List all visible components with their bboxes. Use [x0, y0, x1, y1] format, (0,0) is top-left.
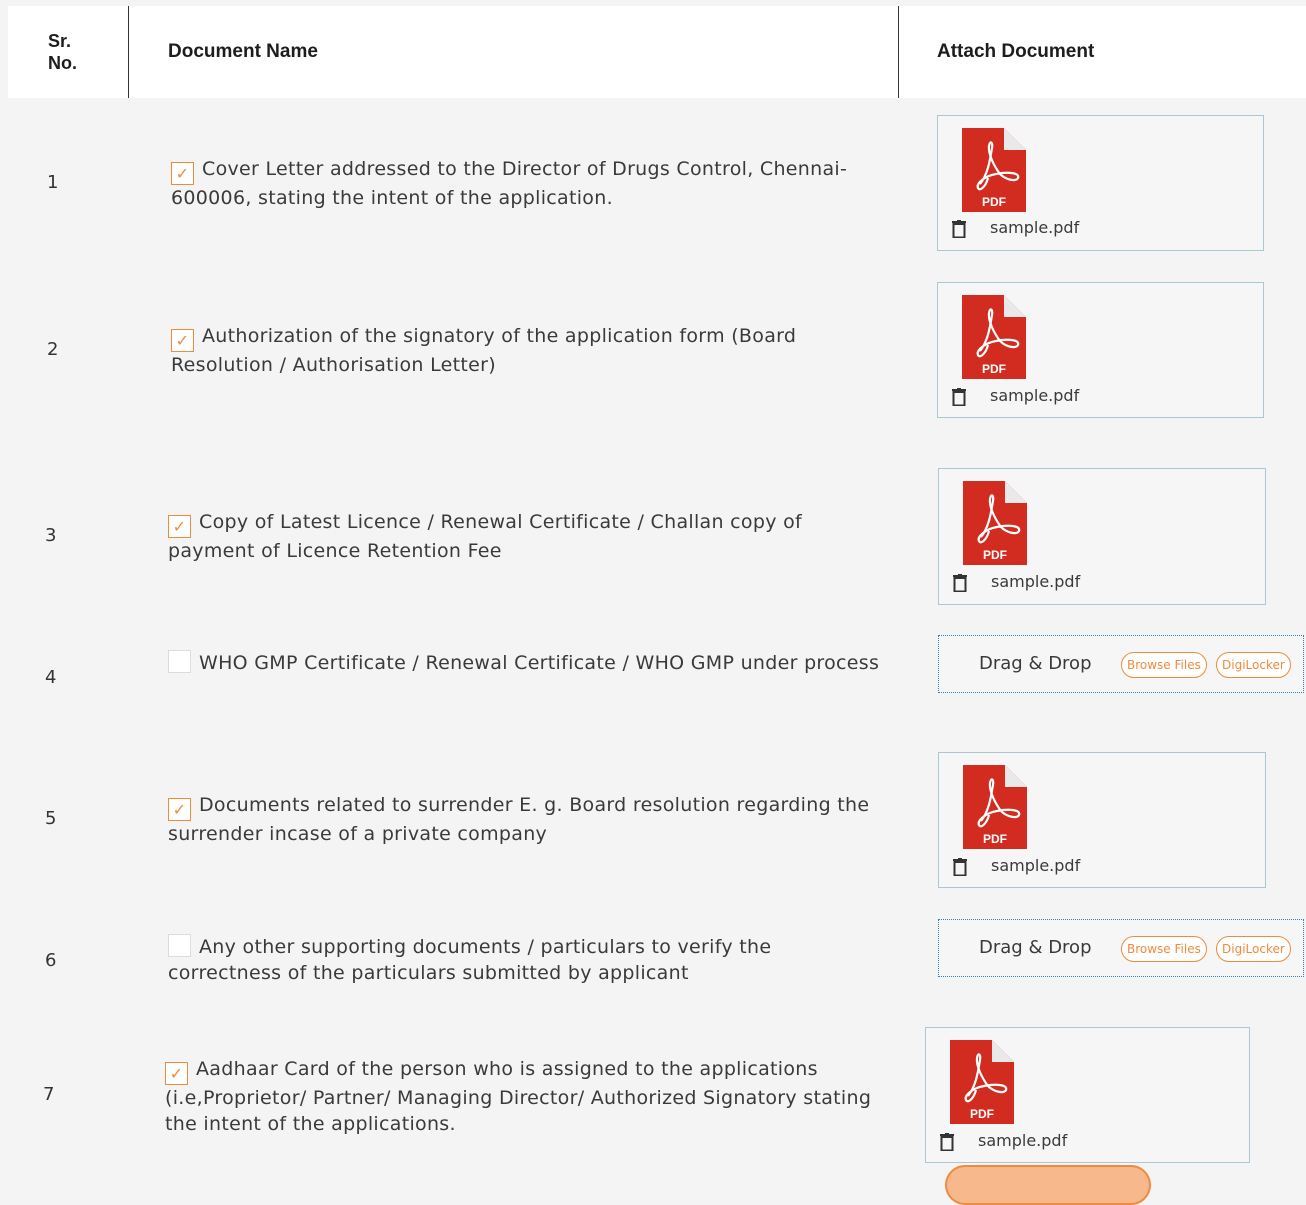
pdf-file-icon: PDF — [963, 765, 1027, 849]
trash-icon[interactable] — [953, 858, 967, 877]
document-label: WHO GMP Certificate / Renewal Certificat… — [199, 652, 880, 674]
file-name: sample.pdf — [990, 218, 1080, 237]
file-name: sample.pdf — [990, 386, 1080, 405]
row-sr-no: 7 — [43, 1084, 55, 1105]
submit-button[interactable] — [945, 1165, 1151, 1205]
header-attach-document: Attach Document — [937, 41, 1095, 62]
document-checkbox[interactable]: ✓ — [165, 1062, 188, 1085]
attached-file: PDF sample.pdf — [938, 468, 1266, 605]
row-sr-no: 6 — [45, 950, 57, 971]
trash-icon[interactable] — [952, 388, 966, 407]
document-name: Any other supporting documents / particu… — [168, 934, 888, 986]
header-document-name: Document Name — [168, 41, 318, 62]
attached-file: PDF sample.pdf — [937, 115, 1264, 251]
document-label: Authorization of the signatory of the ap… — [171, 325, 797, 376]
file-name: sample.pdf — [978, 1131, 1068, 1150]
document-name: ✓ Cover Letter addressed to the Director … — [171, 156, 891, 211]
svg-text:PDF: PDF — [982, 195, 1006, 209]
document-name: ✓ Copy of Latest Licence / Renewal Certif… — [168, 509, 888, 564]
pdf-file-icon: PDF — [962, 128, 1026, 212]
row-sr-no: 3 — [45, 525, 57, 546]
svg-text:PDF: PDF — [970, 1107, 994, 1121]
file-dropzone[interactable]: Drag & Drop Browse Files DigiLocker — [938, 635, 1304, 693]
row-sr-no: 4 — [45, 667, 57, 688]
document-label: Any other supporting documents / particu… — [168, 936, 772, 984]
drag-drop-label: Drag & Drop — [979, 653, 1092, 674]
header-sr-no: Sr. No. — [48, 31, 77, 73]
document-checkbox[interactable] — [168, 650, 191, 673]
document-checkbox[interactable]: ✓ — [168, 798, 191, 821]
document-name: WHO GMP Certificate / Renewal Certificat… — [168, 650, 888, 676]
delete-file-button[interactable] — [953, 858, 967, 877]
digilocker-button[interactable]: DigiLocker — [1216, 652, 1291, 678]
browse-files-button[interactable]: Browse Files — [1121, 936, 1207, 962]
header-divider — [898, 6, 899, 98]
pdf-file-icon: PDF — [962, 295, 1026, 379]
svg-text:PDF: PDF — [982, 362, 1006, 376]
attached-file: PDF sample.pdf — [938, 752, 1266, 888]
document-checkbox[interactable]: ✓ — [171, 329, 194, 352]
browse-files-button[interactable]: Browse Files — [1121, 652, 1207, 678]
file-name: sample.pdf — [991, 856, 1081, 875]
file-name: sample.pdf — [991, 572, 1081, 591]
svg-text:PDF: PDF — [983, 548, 1007, 562]
document-label: Documents related to surrender E. g. Boa… — [168, 794, 870, 845]
document-label: Cover Letter addressed to the Director o… — [171, 158, 848, 209]
pdf-file-icon: PDF — [963, 481, 1027, 565]
document-name: ✓ Documents related to surrender E. g. Bo… — [168, 792, 888, 847]
attached-file: PDF sample.pdf — [937, 282, 1264, 418]
document-checkbox[interactable] — [168, 934, 191, 957]
document-name: ✓ Aadhaar Card of the person who is assig… — [165, 1056, 885, 1137]
document-checkbox[interactable]: ✓ — [168, 515, 191, 538]
document-name: ✓ Authorization of the signatory of the a… — [171, 323, 891, 378]
delete-file-button[interactable] — [940, 1133, 954, 1152]
trash-icon[interactable] — [940, 1133, 954, 1152]
trash-icon[interactable] — [953, 574, 967, 593]
table-header: Sr. No. Document Name Attach Document — [8, 6, 1306, 98]
drag-drop-label: Drag & Drop — [979, 937, 1092, 958]
delete-file-button[interactable] — [952, 388, 966, 407]
document-label: Aadhaar Card of the person who is assign… — [165, 1058, 872, 1135]
pdf-file-icon: PDF — [950, 1040, 1014, 1124]
delete-file-button[interactable] — [952, 220, 966, 239]
header-divider — [128, 6, 129, 98]
document-label: Copy of Latest Licence / Renewal Certifi… — [168, 511, 803, 562]
svg-text:PDF: PDF — [983, 832, 1007, 846]
digilocker-button[interactable]: DigiLocker — [1216, 936, 1291, 962]
attached-file: PDF sample.pdf — [925, 1027, 1250, 1163]
row-sr-no: 5 — [45, 808, 57, 829]
document-checkbox[interactable]: ✓ — [171, 162, 194, 185]
file-dropzone[interactable]: Drag & Drop Browse Files DigiLocker — [938, 919, 1304, 977]
trash-icon[interactable] — [952, 220, 966, 239]
delete-file-button[interactable] — [953, 574, 967, 593]
row-sr-no: 1 — [47, 172, 59, 193]
row-sr-no: 2 — [47, 339, 59, 360]
